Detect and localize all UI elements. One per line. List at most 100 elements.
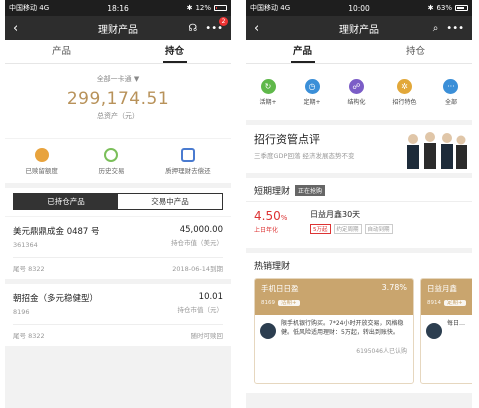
total-assets-label: 总资产（元） [97,112,139,120]
tab-holdings[interactable]: 持仓 [118,40,231,63]
battery-level-fill [457,7,464,9]
card-description: 每日… [447,320,466,327]
hot-section: 热销理财 手机日日盈 3.78% 8169 活期+ 限手机银行购买。7*24小时开… [246,253,472,393]
menu-label: 活期+ [259,98,277,106]
advisors-photo [407,132,467,169]
tab-products[interactable]: 产品 [5,40,118,63]
holding-amount-label: 持仓市值（美元） [171,239,223,247]
tab-holdings[interactable]: 持仓 [359,40,472,63]
back-button[interactable]: ‹ [13,22,18,35]
quick-pledge-repay[interactable]: 质押理财去偿还 [165,147,211,175]
section-title: 短期理财 [254,187,291,197]
menu-label: 结构化 [347,98,366,106]
notification-badge: 2 [219,16,228,26]
product-tag: 自动到期 [364,224,393,234]
more-icon[interactable]: ••• [446,23,464,34]
menu-structured[interactable]: ☍ 结构化 [347,78,366,106]
advisor-avatar [426,323,442,339]
holding-code: 361364 [13,241,38,249]
holding-card-tail: 尾号 8322 [13,332,45,340]
card-rate: 3.78% [381,283,407,292]
product-tag: 约定周期 [333,224,362,234]
card-selector[interactable]: 全部一卡通 ▼ [5,74,231,84]
short-term-section: 短期理财 正在抢购 4.50% 上日年化 日益月鑫30天 5万起 约定周期 自动… [246,178,472,248]
quick-history[interactable]: 历史交易 [98,147,125,175]
clock: 18:16 [107,3,129,13]
rate-label: 上日年化 [254,227,279,234]
nav-bar: ‹ 理财产品 ☊ ••• 2 [5,16,231,40]
menu-featured[interactable]: ✲ 招行特色 [392,78,417,106]
hot-carousel[interactable]: 手机日日盈 3.78% 8169 活期+ 限手机银行购买。7*24小时开放交易，风… [246,278,472,388]
quick-label: 历史交易 [98,166,125,175]
hot-card[interactable]: 手机日日盈 3.78% 8169 活期+ 限手机银行购买。7*24小时开放交易，风… [254,278,414,384]
battery-icon [455,5,468,11]
tab-bar: 产品 持仓 [5,40,231,64]
battery-level-fill [216,7,218,9]
card-chip: 定期+ [444,300,466,306]
holding-due: 2018-06-14到期 [172,265,223,273]
quick-label: 已赎留额度 [25,166,58,175]
holdings-screen: 中国移动 4G 18:16 ✱ 12% ‹ 理财产品 ☊ ••• 2 产品 持仓 … [5,0,231,408]
screenshot-root: 中国移动 4G 18:16 ✱ 12% ‹ 理财产品 ☊ ••• 2 产品 持仓 … [0,0,479,408]
search-icon[interactable]: ⌕ [433,23,439,34]
back-button[interactable]: ‹ [254,22,259,35]
coin-icon [34,147,49,162]
asset-summary: 全部一卡通 ▼ 299,174.51 总资产（元） [5,64,231,138]
card-subscriber-count: 6195046人已认购 [356,348,407,355]
clock: 10:00 [348,3,370,13]
stopwatch-icon: ◷ [304,78,320,94]
hot-card[interactable]: 日益月鑫 8914 定期+ 每日… [420,278,472,384]
holding-amount: 45,000.00 [179,225,223,235]
more-icon[interactable]: ••• 2 [205,16,228,34]
quick-actions: 已赎留额度 历史交易 质押理财去偿还 [5,139,231,183]
product-rate: 4.50 [254,209,281,223]
battery-icon [214,5,227,11]
review-banner[interactable]: 招行资管点评 三季度GDP回落 经济发展态势不变 [246,125,472,173]
menu-fixed[interactable]: ◷ 定期+ [303,78,321,106]
menu-label: 定期+ [303,98,321,106]
recycle-icon: ↻ [260,78,276,94]
status-bar: 中国移动 4G 10:00 ✱ 63% [246,0,472,16]
product-item[interactable]: 4.50% 上日年化 日益月鑫30天 5万起 约定周期 自动到期 [246,202,472,248]
document-icon [180,147,195,162]
holdings-segment: 已持仓产品 交易中产品 [5,188,231,216]
status-bar: 中国移动 4G 18:16 ✱ 12% [5,0,231,16]
menu-label: 全部 [444,98,457,106]
gear-icon: ✲ [396,78,412,94]
nav-bar: ‹ 理财产品 ⌕ ••• [246,16,472,40]
holding-name: 朝招金（多元稳健型） [13,294,99,304]
product-tag: 5万起 [310,224,331,234]
segment-trading[interactable]: 交易中产品 [118,194,222,209]
section-title: 热销理财 [254,262,291,272]
holding-amount-label: 持仓市值（元） [177,306,224,314]
menu-all[interactable]: ··· 全部 [443,78,459,106]
menu-label: 招行特色 [392,98,417,106]
structure-icon: ☍ [348,78,364,94]
tab-products[interactable]: 产品 [246,40,359,63]
product-name: 日益月鑫30天 [310,210,361,219]
total-assets-value: 299,174.51 [66,89,170,109]
holding-amount: 10.01 [198,292,223,302]
card-code: 8914 [427,300,441,306]
dots-icon: ··· [443,78,459,94]
rate-unit: % [280,214,288,222]
holding-item[interactable]: 朝招金（多元稳健型） 8196 10.01 持仓市值（元） 尾号 8322 随时… [5,284,231,346]
card-code: 8169 [261,300,275,306]
clock-icon [104,147,119,162]
status-badge: 正在抢购 [295,185,326,196]
holding-code: 8196 [13,308,30,316]
holding-item[interactable]: 美元鼎鼎成金 0487 号 361364 45,000.00 持仓市值（美元） … [5,217,231,279]
quick-redeem-quota[interactable]: 已赎留额度 [25,147,58,175]
holding-card-tail: 尾号 8322 [13,265,45,273]
advisor-avatar [260,323,276,339]
products-screen: 中国移动 4G 10:00 ✱ 63% ‹ 理财产品 ⌕ ••• 产品 持仓 ↻… [246,0,472,408]
segment-held[interactable]: 已持仓产品 [14,194,118,209]
card-description: 限手机银行购买。7*24小时开放交易，风格稳健。低风险适用理财：5万起，转出到账… [281,320,404,336]
category-menu: ↻ 活期+ ◷ 定期+ ☍ 结构化 ✲ 招行特色 ··· 全部 [246,64,472,120]
menu-current[interactable]: ↻ 活期+ [259,78,277,106]
tab-bar: 产品 持仓 [246,40,472,64]
headset-icon[interactable]: ☊ [188,23,197,34]
card-chip: 活期+ [278,300,300,306]
card-name: 日益月鑫 [427,284,457,293]
quick-label: 质押理财去偿还 [165,166,211,175]
